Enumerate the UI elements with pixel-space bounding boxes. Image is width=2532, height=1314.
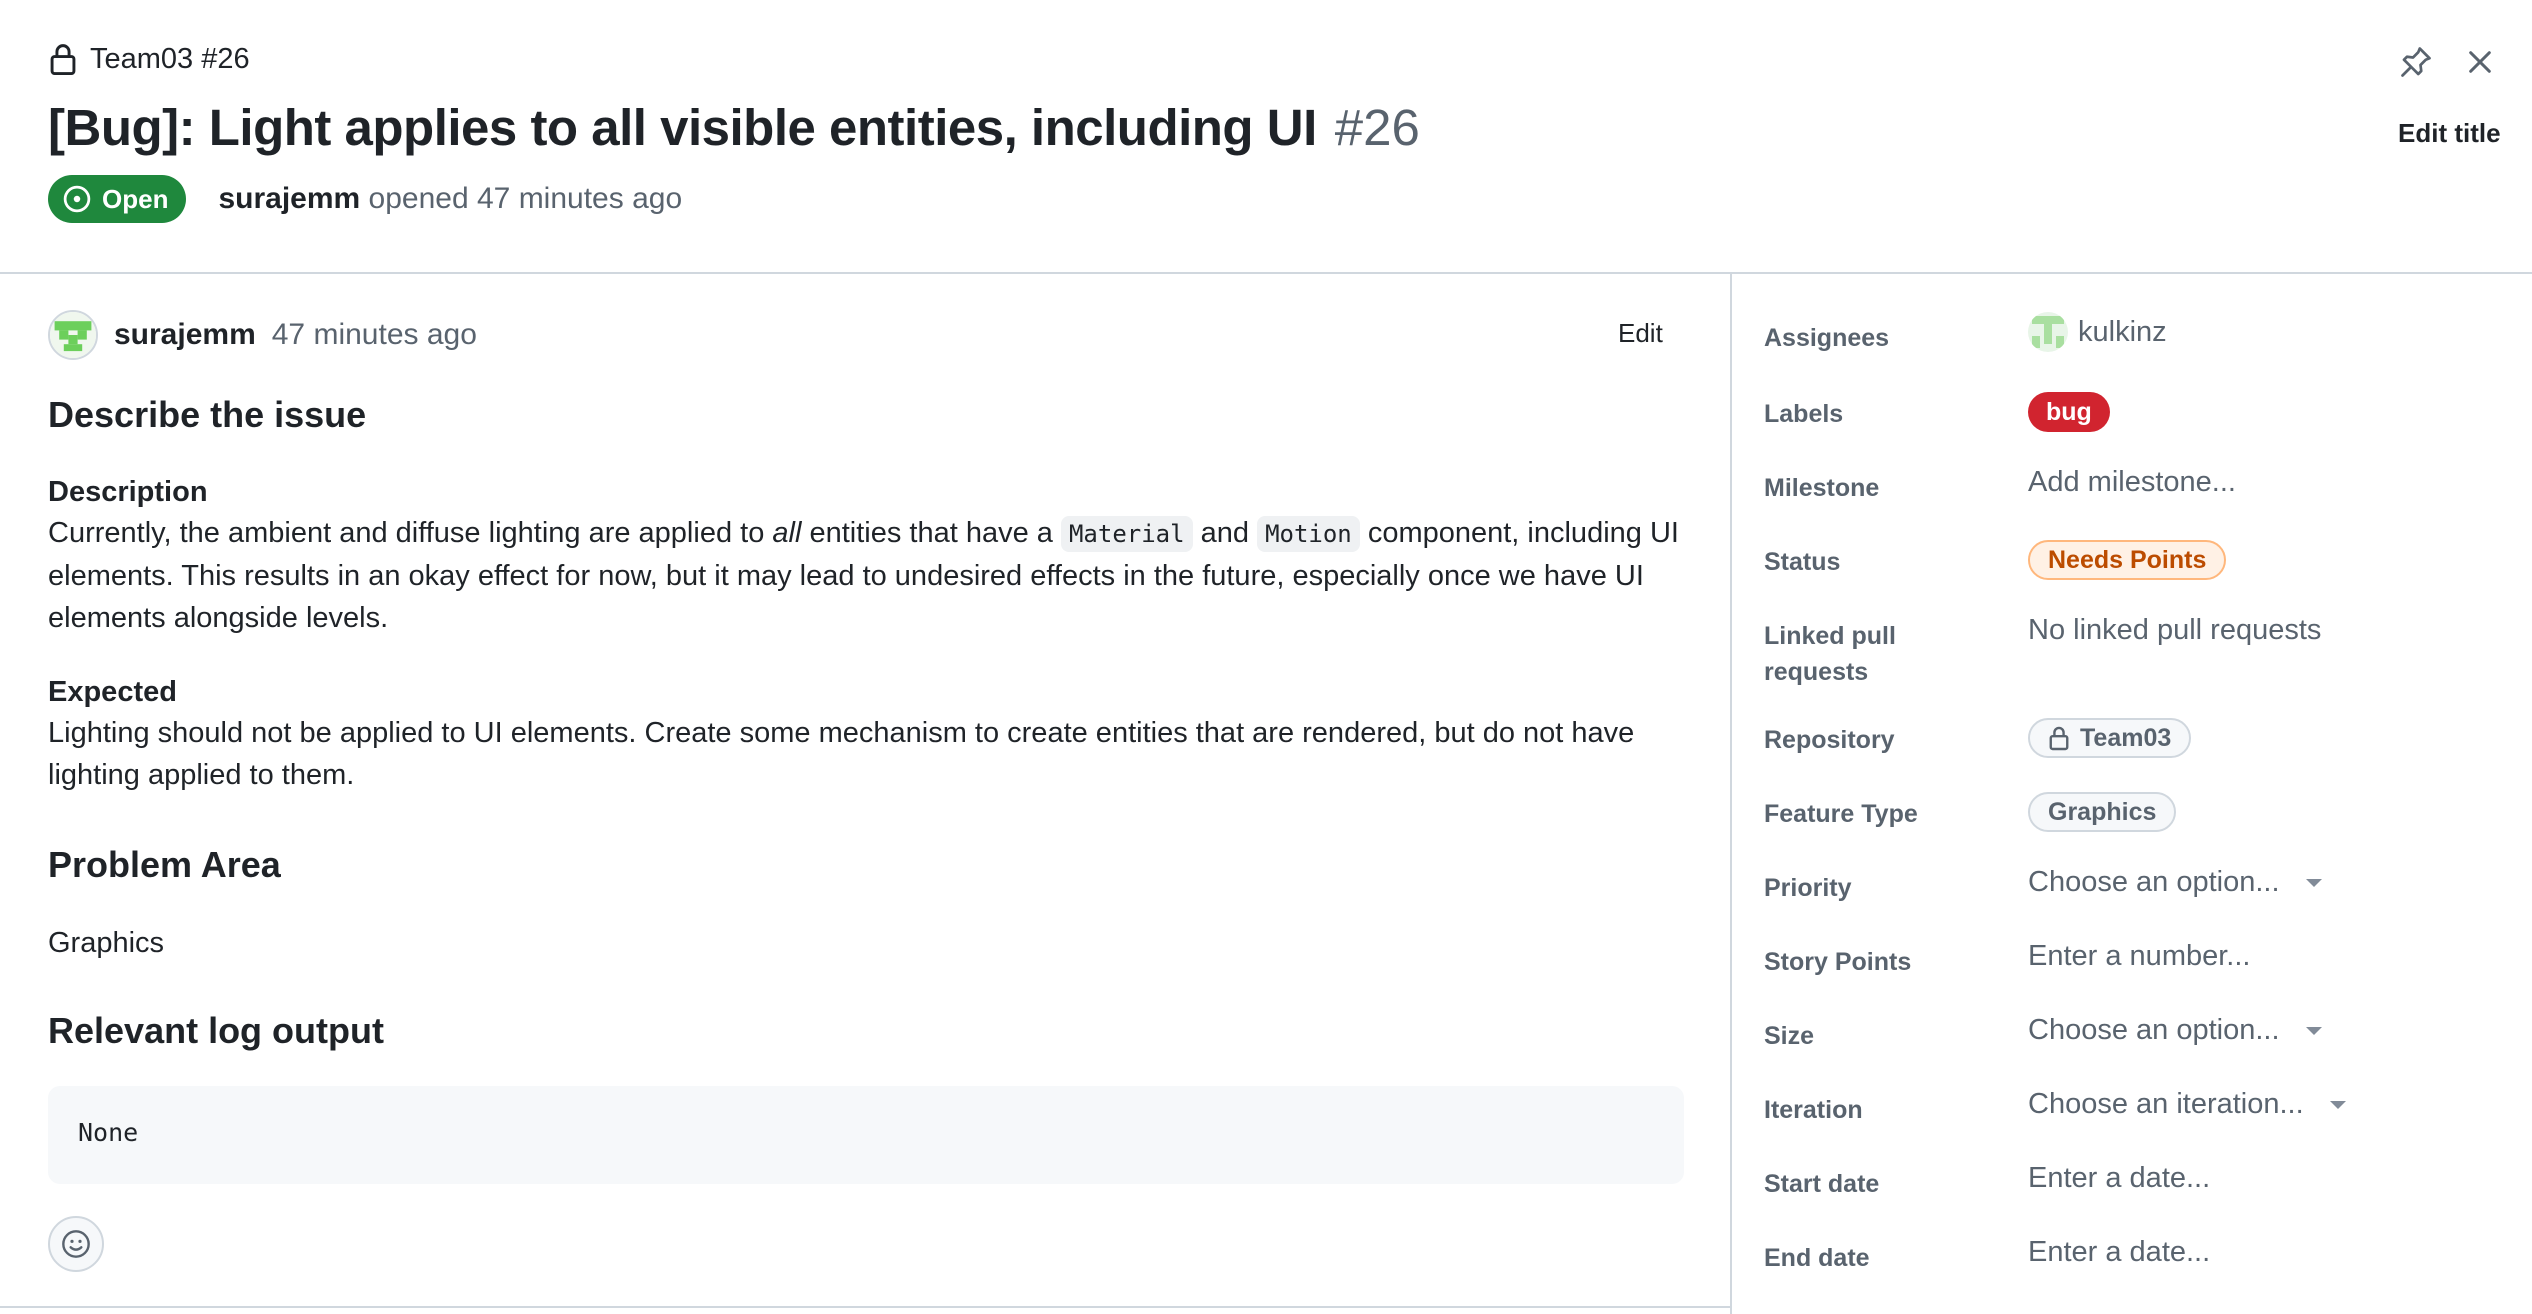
story-points-input[interactable]: Enter a number...	[2028, 940, 2250, 973]
label-list: bug	[2028, 392, 2110, 432]
problem-area-value: Graphics	[48, 927, 165, 959]
description-part1: Currently, the ambient and diffuse light…	[48, 517, 773, 549]
assignee-name: kulkinz	[2078, 315, 2167, 348]
comment-bottom-border	[0, 1306, 1730, 1308]
problem-area-heading: Problem Area	[48, 844, 281, 885]
chevron-down-icon	[2329, 1100, 2346, 1109]
issue-sidebar: Assignees kulkinz Labels bug Milestone A…	[1732, 274, 2532, 1314]
issue-header: Team03 #26 [Bug]: Light applies to all v…	[0, 0, 2532, 274]
label-bug-badge[interactable]: bug	[2028, 392, 2110, 432]
field-label-story-points: Story Points	[1764, 948, 1912, 976]
issue-panel: Team03 #26 [Bug]: Light applies to all v…	[0, 0, 2532, 1314]
issue-number: #26	[1334, 99, 1420, 156]
priority-value: Choose an option...	[2028, 866, 2280, 898]
field-label-iteration: Iteration	[1764, 1096, 1863, 1124]
repository-badge: Team03	[2028, 718, 2192, 758]
add-reaction-button[interactable]	[48, 1216, 104, 1272]
log-heading: Relevant log output	[48, 1010, 384, 1051]
lock-icon	[2049, 726, 2069, 751]
priority-dropdown[interactable]: Choose an option...	[2028, 866, 2322, 899]
field-label-status: Status	[1764, 548, 1841, 576]
end-date-input[interactable]: Enter a date...	[2028, 1236, 2210, 1269]
field-label-assignees: Assignees	[1764, 324, 1890, 352]
assignee-avatar	[2028, 312, 2068, 352]
comment-header: surajemm 47 minutes ago	[48, 310, 477, 360]
log-output-block: None	[48, 1086, 1684, 1184]
linked-pr-value[interactable]: No linked pull requests	[2028, 614, 2321, 647]
code-material: Material	[1060, 516, 1193, 552]
lock-icon	[50, 44, 76, 76]
log-output-value: None	[78, 1118, 139, 1147]
issue-title-row: [Bug]: Light applies to all visible enti…	[48, 98, 1420, 157]
state-badge-label: Open	[102, 183, 169, 214]
state-badge: Open	[48, 175, 187, 223]
field-label-labels: Labels	[1764, 400, 1844, 428]
description-text: Currently, the ambient and diffuse light…	[48, 512, 1684, 639]
expected-heading: Expected	[48, 676, 177, 708]
chevron-down-icon	[2305, 878, 2322, 887]
status-selector[interactable]: Needs Points	[2028, 540, 2227, 580]
comment-timestamp[interactable]: 47 minutes ago	[272, 318, 477, 352]
issue-title: [Bug]: Light applies to all visible enti…	[48, 99, 1317, 156]
size-value: Choose an option...	[2028, 1014, 2280, 1046]
field-label-milestone: Milestone	[1764, 474, 1880, 502]
code-motion: Motion	[1257, 516, 1360, 552]
start-date-input[interactable]: Enter a date...	[2028, 1162, 2210, 1195]
field-label-repository: Repository	[1764, 726, 1895, 754]
repo-breadcrumb-text: Team03 #26	[90, 42, 250, 75]
issue-author-link[interactable]: surajemm	[218, 182, 360, 215]
assignee-identicon-icon	[2028, 312, 2068, 352]
chevron-down-icon	[2305, 1026, 2322, 1035]
smiley-icon	[62, 1230, 90, 1258]
milestone-selector[interactable]: Add milestone...	[2028, 466, 2236, 499]
describe-heading: Describe the issue	[48, 394, 367, 435]
description-part2: entities that have a	[801, 517, 1061, 549]
opened-by: surajemm opened 47 minutes ago	[218, 182, 682, 216]
edit-title-button[interactable]: Edit title	[2398, 118, 2501, 149]
feature-type-badge: Graphics	[2028, 792, 2177, 832]
repository-selector[interactable]: Team03	[2028, 718, 2192, 758]
repository-name: Team03	[2080, 723, 2172, 752]
pin-icon[interactable]	[2398, 44, 2434, 80]
opened-time-text: opened 47 minutes ago	[368, 182, 683, 215]
description-emphasis: all	[772, 517, 802, 549]
comment-author-link[interactable]: surajemm	[114, 318, 256, 352]
field-label-linked-pr: Linked pull requests	[1764, 622, 1896, 686]
identicon-avatar-icon	[50, 312, 96, 358]
description-heading: Description	[48, 476, 208, 508]
size-dropdown[interactable]: Choose an option...	[2028, 1014, 2322, 1047]
avatar[interactable]	[48, 310, 98, 360]
description-and: and	[1192, 517, 1258, 549]
expected-text: Lighting should not be applied to UI ele…	[48, 717, 1635, 791]
field-label-start-date: Start date	[1764, 1170, 1880, 1198]
iteration-dropdown[interactable]: Choose an iteration...	[2028, 1088, 2346, 1121]
field-label-priority: Priority	[1764, 874, 1852, 902]
status-badge: Needs Points	[2028, 540, 2227, 580]
field-label-size: Size	[1764, 1022, 1815, 1050]
issue-open-icon	[63, 185, 91, 213]
assignee-item[interactable]: kulkinz	[2028, 312, 2167, 352]
iteration-value: Choose an iteration...	[2028, 1088, 2304, 1120]
field-label-end-date: End date	[1764, 1244, 1870, 1272]
field-label-feature-type: Feature Type	[1764, 800, 1918, 828]
repo-breadcrumb[interactable]: Team03 #26	[48, 42, 250, 76]
feature-type-selector[interactable]: Graphics	[2028, 792, 2177, 832]
issue-meta: Open surajemm opened 47 minutes ago	[48, 175, 682, 223]
edit-comment-button[interactable]: Edit	[1618, 318, 1663, 349]
close-icon[interactable]	[2464, 46, 2496, 78]
